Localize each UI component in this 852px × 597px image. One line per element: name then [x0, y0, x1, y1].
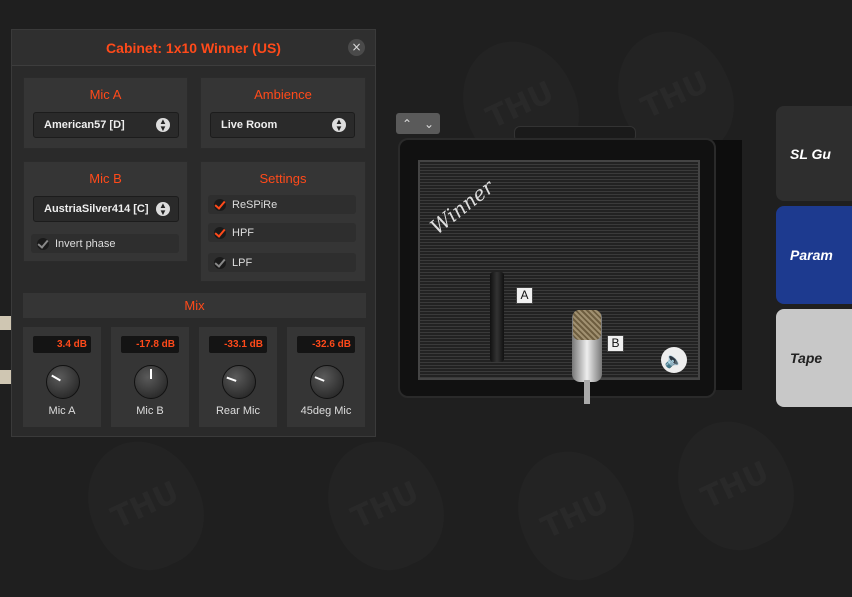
invert-phase-toggle[interactable]: Invert phase — [31, 234, 179, 253]
rear-mic-db-readout: -33.1 dB — [209, 336, 267, 353]
mic-a-microphone[interactable] — [490, 272, 504, 362]
background-watermark: THU — [307, 422, 463, 588]
mic-a-select[interactable]: American57 [D] ▲ ▼ — [33, 112, 179, 138]
left-edge-module — [0, 370, 11, 384]
left-edge-module — [0, 316, 11, 330]
45deg-mic-db-readout: -32.6 dB — [297, 336, 355, 353]
mic-b-knob-label: Mic B — [136, 405, 164, 417]
mix-channel-rear-mic: -33.1 dB Rear Mic — [199, 327, 277, 427]
rear-mic-knob-label: Rear Mic — [215, 405, 260, 417]
mix-channel-mic-a: 3.4 dB Mic A — [23, 327, 101, 427]
updown-arrows-icon: ▲ ▼ — [332, 118, 346, 133]
panel-header: Cabinet: 1x10 Winner (US) × — [12, 30, 375, 66]
mic-a-level-knob[interactable] — [46, 365, 80, 399]
updown-arrows-icon: ▲ ▼ — [156, 118, 170, 133]
side-module-sl-gu[interactable]: SL Gu — [776, 106, 852, 201]
mic-b-db-readout: -17.8 dB — [121, 336, 179, 353]
updown-arrows-icon: ▲ ▼ — [156, 202, 170, 217]
mic-a-tag: A — [516, 287, 533, 304]
mic-a-select-value: American57 [D] — [44, 119, 125, 131]
side-module-tape[interactable]: Tape — [776, 309, 852, 407]
mix-channel-mic-b: -17.8 dB Mic B — [111, 327, 189, 427]
hpf-checkbox[interactable] — [214, 226, 226, 239]
hpf-toggle[interactable]: HPF — [208, 223, 356, 242]
mic-b-title: Mic B — [89, 171, 122, 186]
mic-b-select[interactable]: AustriaSilver414 [C] ▲ ▼ — [33, 196, 179, 222]
mic-b-level-knob[interactable] — [134, 365, 168, 399]
cabinet-panel: Cabinet: 1x10 Winner (US) × Mic A Americ… — [11, 29, 376, 437]
mic-a-db-readout: 3.4 dB — [33, 336, 91, 353]
cabinet-move-arrows[interactable]: ⌃ ⌄ — [396, 113, 440, 134]
respire-toggle[interactable]: ReSPiRe — [208, 195, 356, 214]
mic-b-select-value: AustriaSilver414 [C] — [44, 203, 149, 215]
settings-title: Settings — [259, 171, 307, 186]
ambience-select[interactable]: Live Room ▲ ▼ — [210, 112, 355, 138]
background-watermark: THU — [67, 422, 223, 588]
mic-a-title: Mic A — [89, 87, 122, 102]
mic-b-tag: B — [607, 335, 624, 352]
mix-title: Mix — [23, 293, 366, 318]
mix-channel-45deg-mic: -32.6 dB 45deg Mic — [287, 327, 365, 427]
chevron-up-icon[interactable]: ⌃ — [402, 117, 412, 131]
mic-b-microphone[interactable] — [572, 310, 602, 382]
ambience-title: Ambience — [254, 87, 312, 102]
respire-label: ReSPiRe — [232, 198, 278, 211]
amp-side — [712, 140, 742, 390]
mic-a-knob-label: Mic A — [48, 405, 76, 417]
speaker-icon[interactable]: 🔈 — [661, 347, 687, 373]
respire-checkbox[interactable] — [214, 198, 226, 211]
mic-b-stand — [584, 380, 590, 404]
lpf-toggle[interactable]: LPF — [208, 253, 356, 272]
chevron-down-icon[interactable]: ⌄ — [424, 117, 434, 131]
ambience-section: Ambience Live Room ▲ ▼ — [200, 77, 366, 149]
background-watermark: THU — [657, 402, 813, 568]
invert-phase-checkbox[interactable] — [37, 237, 49, 250]
45deg-mic-level-knob[interactable] — [310, 365, 344, 399]
settings-section: Settings ReSPiRe HPF LPF — [200, 161, 366, 282]
lpf-checkbox[interactable] — [214, 256, 226, 269]
ambience-select-value: Live Room — [221, 119, 278, 131]
side-module-param[interactable]: Param — [776, 206, 852, 304]
close-icon[interactable]: × — [348, 39, 365, 56]
rear-mic-level-knob[interactable] — [222, 365, 256, 399]
45deg-mic-knob-label: 45deg Mic — [300, 405, 352, 417]
lpf-label: LPF — [232, 256, 253, 269]
panel-title: Cabinet: 1x10 Winner (US) — [106, 39, 281, 56]
mic-b-section: Mic B AustriaSilver414 [C] ▲ ▼ Invert pha… — [23, 161, 188, 262]
hpf-label: HPF — [232, 226, 254, 239]
background-watermark: THU — [497, 432, 653, 597]
mic-a-section: Mic A American57 [D] ▲ ▼ — [23, 77, 188, 149]
invert-phase-label: Invert phase — [55, 237, 116, 250]
